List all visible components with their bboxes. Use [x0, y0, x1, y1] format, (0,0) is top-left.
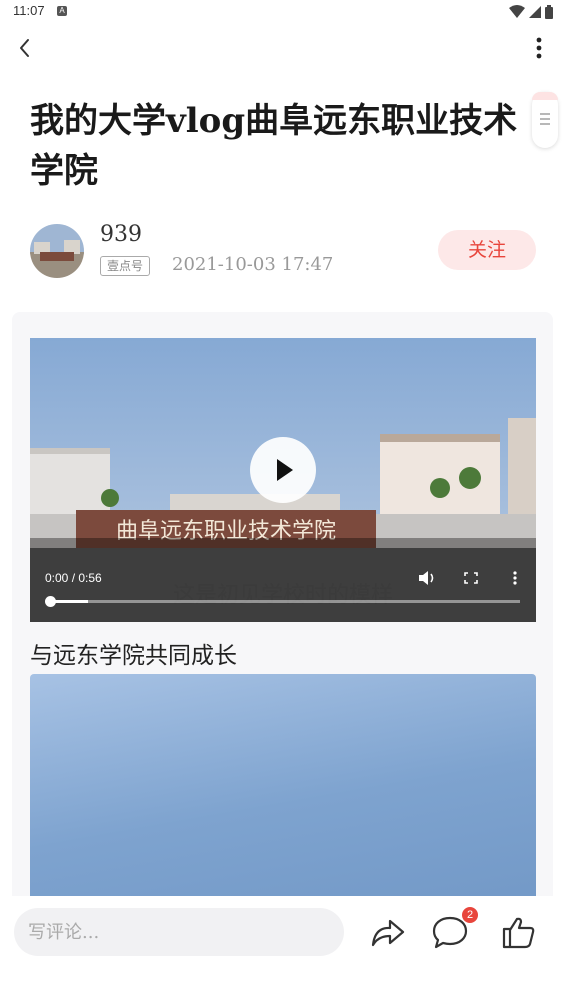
play-button[interactable] — [250, 437, 316, 503]
status-bar: 11:07 A — [0, 0, 565, 24]
more-vertical-icon — [513, 571, 517, 585]
avatar[interactable] — [30, 224, 84, 278]
share-button[interactable] — [368, 912, 408, 952]
video-more-button[interactable] — [504, 568, 526, 588]
menu-lines-icon — [540, 113, 550, 125]
back-button[interactable] — [12, 34, 40, 62]
volume-button[interactable] — [416, 568, 438, 588]
status-time: 11:07 — [13, 3, 45, 18]
battery-icon — [545, 5, 553, 19]
article-title: 我的大学vlog曲阜远东职业技术学院 — [30, 101, 518, 191]
video-progress-bar[interactable] — [45, 596, 520, 607]
like-icon — [502, 917, 535, 949]
fullscreen-icon — [464, 572, 478, 584]
wifi-icon — [509, 5, 525, 18]
fullscreen-button[interactable] — [460, 568, 482, 588]
top-bar — [0, 24, 565, 72]
account-badge: 壹点号 — [100, 256, 151, 276]
more-vertical-icon — [536, 37, 542, 59]
volume-icon — [419, 571, 434, 585]
comment-count-badge: 2 — [462, 907, 478, 923]
chevron-left-icon — [20, 39, 29, 57]
more-button[interactable] — [527, 34, 551, 62]
author-name[interactable]: 939 — [100, 222, 142, 247]
signal-icon — [529, 6, 541, 18]
author-row: 939 壹点号 2021-10-03 17:47 关注 — [30, 222, 536, 280]
video-time: 0:00 / 0:56 — [45, 571, 102, 585]
floating-menu-button[interactable] — [532, 92, 558, 148]
video-player[interactable]: 曲阜远东职业技术学院 这是初见学校时的模样 0:00 / 0:56 — [30, 338, 536, 622]
content-image[interactable] — [30, 674, 536, 904]
system-icons — [509, 4, 553, 20]
content-caption: 与远东学院共同成长 — [30, 643, 237, 669]
video-subtitle: 这是初见学校时的模样 — [173, 583, 393, 608]
progress-knob[interactable] — [45, 596, 56, 607]
bottom-action-bar: 2 — [0, 896, 565, 1004]
publish-date: 2021-10-03 17:47 — [172, 254, 334, 275]
follow-button[interactable]: 关注 — [438, 230, 536, 270]
share-icon — [371, 919, 405, 947]
comment-input[interactable] — [14, 908, 344, 956]
avatar-image — [30, 224, 84, 278]
notification-icon: A — [57, 6, 67, 16]
like-button[interactable] — [498, 912, 538, 952]
